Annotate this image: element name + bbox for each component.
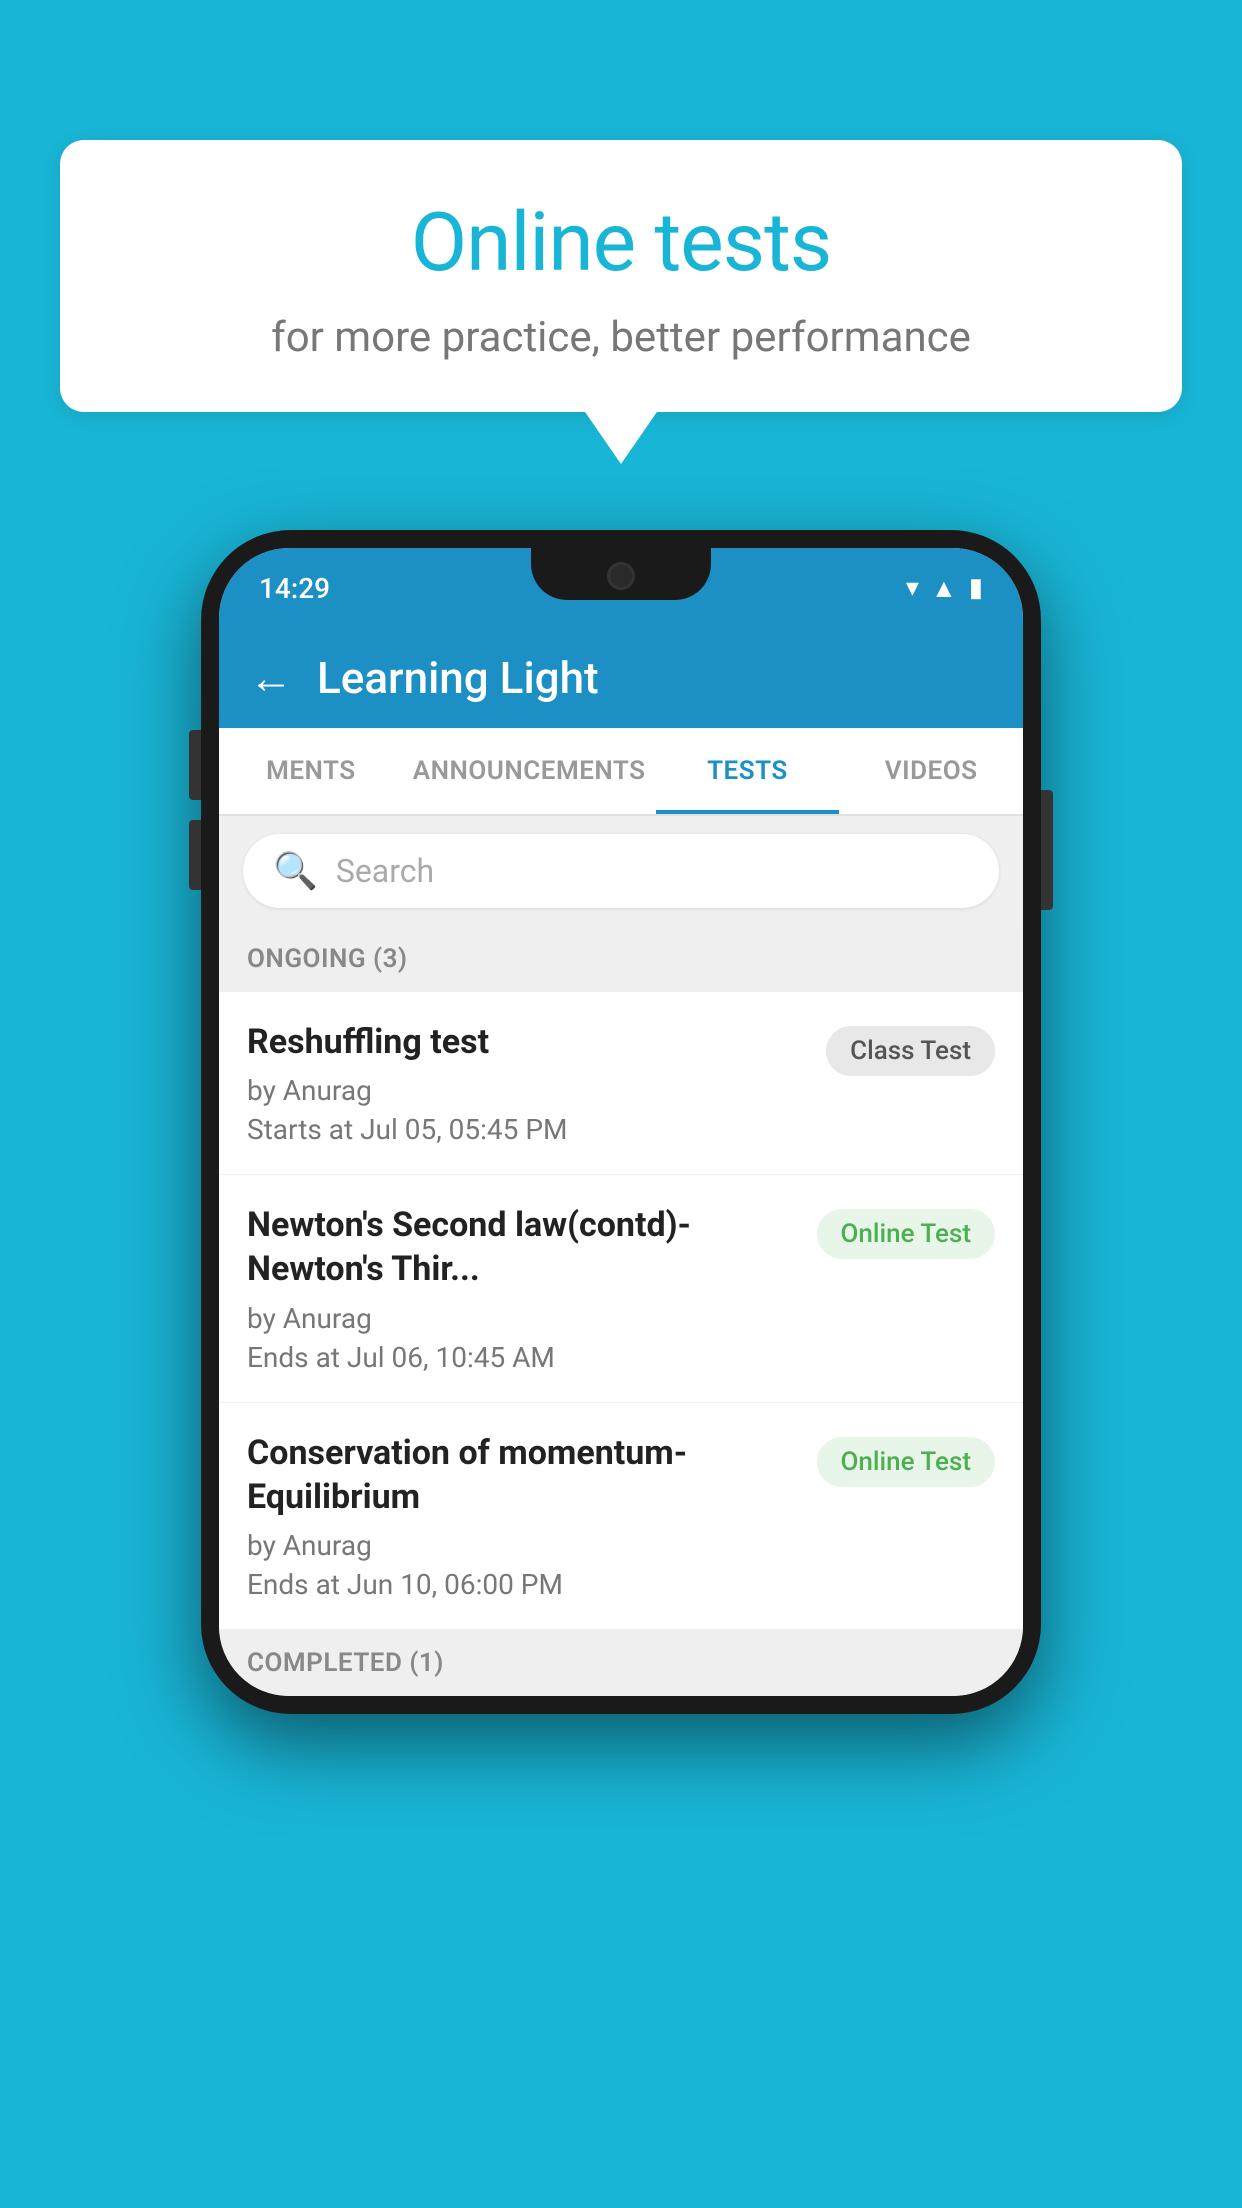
tab-videos[interactable]: VIDEOS: [839, 728, 1023, 814]
test-badge-1: Class Test: [826, 1026, 995, 1076]
notch: [531, 548, 711, 600]
test-info-3: Conservation of momentum-Equilibrium by …: [247, 1431, 801, 1601]
status-bar: 14:29 ▾ ▲ ▮: [219, 548, 1023, 628]
speech-bubble: Online tests for more practice, better p…: [60, 140, 1182, 412]
signal-icon: ▲: [931, 573, 957, 604]
tab-bar: MENTS ANNOUNCEMENTS TESTS VIDEOS: [219, 728, 1023, 816]
test-badge-2: Online Test: [817, 1209, 996, 1259]
search-input[interactable]: Search: [336, 852, 434, 890]
speech-bubble-container: Online tests for more practice, better p…: [60, 140, 1182, 412]
test-info-2: Newton's Second law(contd)-Newton's Thir…: [247, 1203, 801, 1373]
test-item-1[interactable]: Reshuffling test by Anurag Starts at Jul…: [219, 992, 1023, 1175]
bubble-subtitle: for more practice, better performance: [120, 313, 1122, 362]
ongoing-section-header: ONGOING (3): [219, 926, 1023, 992]
tab-ments[interactable]: MENTS: [219, 728, 403, 814]
test-title-3: Conservation of momentum-Equilibrium: [247, 1431, 801, 1519]
test-title-1: Reshuffling test: [247, 1020, 810, 1064]
test-info-1: Reshuffling test by Anurag Starts at Jul…: [247, 1020, 810, 1146]
test-list: Reshuffling test by Anurag Starts at Jul…: [219, 992, 1023, 1630]
app-bar: ← Learning Light: [219, 628, 1023, 728]
tab-announcements[interactable]: ANNOUNCEMENTS: [403, 728, 656, 814]
completed-section-header: COMPLETED (1): [219, 1630, 1023, 1696]
phone-screen: 14:29 ▾ ▲ ▮ ← Learning Light MENTS ANNOU…: [219, 548, 1023, 1696]
test-item-3[interactable]: Conservation of momentum-Equilibrium by …: [219, 1403, 1023, 1630]
test-author-3: by Anurag: [247, 1529, 801, 1562]
test-author-1: by Anurag: [247, 1074, 810, 1107]
status-time: 14:29: [259, 572, 330, 605]
test-item-2[interactable]: Newton's Second law(contd)-Newton's Thir…: [219, 1175, 1023, 1402]
test-author-2: by Anurag: [247, 1302, 801, 1335]
volume-down-button: [189, 820, 201, 890]
phone-frame: 14:29 ▾ ▲ ▮ ← Learning Light MENTS ANNOU…: [201, 530, 1041, 1714]
tab-tests[interactable]: TESTS: [656, 728, 840, 814]
search-container: 🔍 Search: [219, 816, 1023, 926]
search-icon: 🔍: [273, 850, 318, 892]
app-title: Learning Light: [317, 652, 599, 704]
search-bar[interactable]: 🔍 Search: [243, 834, 999, 908]
test-date-1: Starts at Jul 05, 05:45 PM: [247, 1113, 810, 1146]
test-date-2: Ends at Jul 06, 10:45 AM: [247, 1341, 801, 1374]
battery-icon: ▮: [969, 573, 983, 603]
status-icons: ▾ ▲ ▮: [906, 573, 983, 604]
bubble-title: Online tests: [120, 195, 1122, 291]
phone-container: 14:29 ▾ ▲ ▮ ← Learning Light MENTS ANNOU…: [201, 530, 1041, 1714]
test-title-2: Newton's Second law(contd)-Newton's Thir…: [247, 1203, 801, 1291]
power-button: [1041, 790, 1053, 910]
back-button[interactable]: ←: [249, 652, 293, 704]
test-date-3: Ends at Jun 10, 06:00 PM: [247, 1568, 801, 1601]
test-badge-3: Online Test: [817, 1437, 996, 1487]
volume-up-button: [189, 730, 201, 800]
notch-camera: [607, 562, 635, 590]
wifi-icon: ▾: [906, 573, 919, 603]
